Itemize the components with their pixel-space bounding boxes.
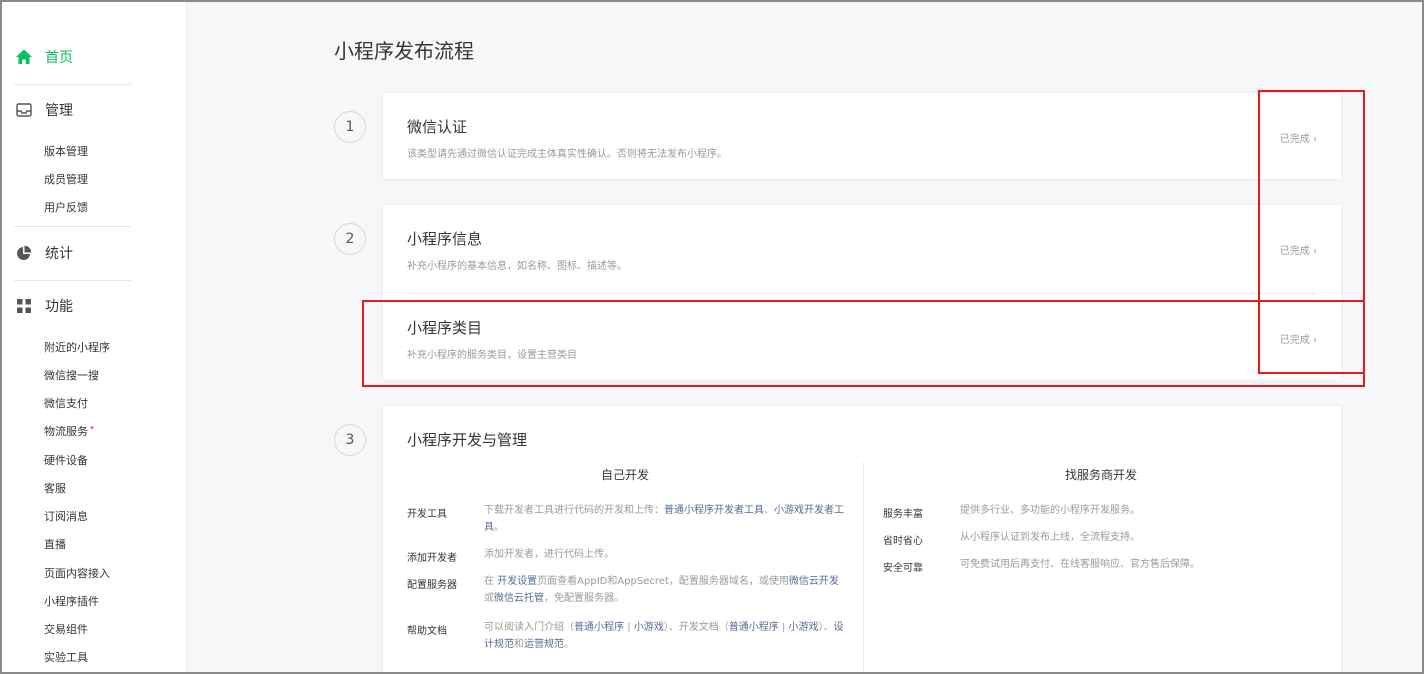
nav-home[interactable]: 首页 <box>14 47 73 67</box>
item-desc: 该类型请先通过微信认证完成主体真实性确认。否则将无法发布小程序。 <box>407 149 727 160</box>
card-divider <box>407 293 1317 294</box>
nav-manage[interactable]: 管理 <box>14 100 73 120</box>
status-link[interactable]: 已完成 › <box>1280 331 1317 346</box>
nav-page-content[interactable]: 页面内容接入 <box>44 565 110 581</box>
text-segment: 可以阅读入门介绍（ <box>484 622 574 633</box>
text-segment: ）、 <box>818 622 834 633</box>
text-segment: 在 <box>484 576 498 587</box>
link-ops-spec[interactable]: 运营规范 <box>524 639 564 650</box>
link-dev-settings[interactable]: 开发设置 <box>497 576 537 587</box>
nav-version-manage[interactable]: 版本管理 <box>44 143 88 159</box>
step-card-3: 小程序开发与管理 自己开发 找服务商开发 开发工具 下载开发者工具进行代码的开发… <box>382 405 1342 672</box>
row-label: 省时省心 <box>883 536 923 547</box>
sidebar: 首页 管理 版本管理 成员管理 用户反馈 统计 功能 附近的小程序 微信搜一搜 … <box>2 2 187 672</box>
nav-nearby-miniprogram[interactable]: 附近的小程序 <box>44 339 110 355</box>
text-segment: 、 <box>764 505 774 516</box>
status-label: 已完成 <box>1279 335 1310 346</box>
step-card-1: 微信认证 该类型请先通过微信认证完成主体真实性确认。否则将无法发布小程序。 已完… <box>382 92 1342 180</box>
item-desc: 补充小程序的基本信息，如名称、图标、描述等。 <box>407 261 627 272</box>
step-number: 2 <box>334 223 366 255</box>
text-segment: 和 <box>514 639 524 650</box>
nav-features[interactable]: 功能 <box>14 296 73 316</box>
row-text: 在 开发设置页面查看AppID和AppSecret，配置服务器域名，或使用微信云… <box>484 573 846 607</box>
row-text: 添加开发者，进行代码上传。 <box>484 549 614 560</box>
link-intro-game[interactable]: 小游戏 <box>634 622 664 633</box>
item-desc: 补充小程序的服务类目，设置主营类目 <box>407 350 577 361</box>
row-label: 安全可靠 <box>883 563 923 574</box>
nav-customer-service[interactable]: 客服 <box>44 480 66 496</box>
nav-home-label: 首页 <box>45 50 73 66</box>
link-docs-game[interactable]: 小游戏 <box>789 622 819 633</box>
link-intro-miniprogram[interactable]: 普通小程序 <box>574 622 624 633</box>
new-dot: • <box>89 423 95 434</box>
status-link[interactable]: 已完成 › <box>1280 242 1317 257</box>
nav-subscribe-message[interactable]: 订阅消息 <box>44 508 88 524</box>
nav-live[interactable]: 直播 <box>44 536 66 552</box>
row-label: 开发工具 <box>407 509 447 520</box>
nav-wechat-pay[interactable]: 微信支付 <box>44 395 88 411</box>
text-segment: ，免配置服务器。 <box>544 593 624 604</box>
link-cloud-hosting[interactable]: 微信云托管 <box>494 593 544 604</box>
nav-experiment-tools[interactable]: 实验工具 <box>44 649 88 665</box>
text-segment: 页面查看AppID和AppSecret，配置服务器域名，或使用 <box>537 576 789 587</box>
text-segment: 或 <box>484 593 494 604</box>
nav-hardware[interactable]: 硬件设备 <box>44 452 88 468</box>
row-text: 可以阅读入门介绍（普通小程序 | 小游戏）、开发文档（普通小程序 | 小游戏）、… <box>484 619 846 653</box>
grid-icon <box>14 296 34 316</box>
item-title: 微信认证 <box>407 118 468 136</box>
row-text: 从小程序认证到发布上线，全流程支持。 <box>960 532 1140 543</box>
step-card-2: 小程序信息 补充小程序的基本信息，如名称、图标、描述等。 已完成 › 小程序类目… <box>382 204 1342 381</box>
chevron-right-icon: › <box>1313 335 1317 346</box>
chevron-right-icon: › <box>1313 134 1317 145</box>
column-title: 找服务商开发 <box>1064 468 1137 482</box>
inbox-icon <box>14 100 34 120</box>
step-number: 1 <box>334 111 366 143</box>
nav-stats[interactable]: 统计 <box>14 243 73 263</box>
text-segment: 。 <box>564 639 574 650</box>
row-text: 可免费试用后再支付、在线客服响应、官方售后保障。 <box>960 559 1200 570</box>
link-docs-miniprogram[interactable]: 普通小程序 <box>729 622 779 633</box>
text-segment: | <box>627 622 631 633</box>
nav-wechat-search[interactable]: 微信搜一搜 <box>44 367 99 383</box>
row-text: 提供多行业、多功能的小程序开发服务。 <box>960 505 1140 516</box>
row-label: 配置服务器 <box>407 580 457 591</box>
nav-logistics-label: 物流服务 <box>44 425 88 438</box>
nav-logistics[interactable]: 物流服务• <box>44 423 95 439</box>
nav-member-manage[interactable]: 成员管理 <box>44 171 88 187</box>
pie-chart-icon <box>14 243 34 263</box>
row-label: 帮助文档 <box>407 626 447 637</box>
nav-trade-component[interactable]: 交易组件 <box>44 621 88 637</box>
step-number: 3 <box>334 424 366 456</box>
column-divider <box>863 462 864 672</box>
link-cloud-dev[interactable]: 微信云开发 <box>789 576 839 587</box>
column-title: 自己开发 <box>600 468 649 482</box>
main-content: 小程序发布流程 1 微信认证 该类型请先通过微信认证完成主体真实性确认。否则将无… <box>188 2 1422 672</box>
nav-plugin[interactable]: 小程序插件 <box>44 593 99 609</box>
nav-divider <box>14 226 131 227</box>
status-link[interactable]: 已完成 › <box>1280 130 1317 145</box>
link-dev-tool[interactable]: 普通小程序开发者工具 <box>664 505 764 516</box>
item-title: 小程序信息 <box>407 230 483 248</box>
nav-divider <box>14 84 131 85</box>
chevron-right-icon: › <box>1313 246 1317 257</box>
text-segment: ）、开发文档（ <box>663 622 729 633</box>
text-segment: | <box>781 622 786 633</box>
nav-divider <box>14 280 131 281</box>
status-label: 已完成 <box>1279 246 1310 257</box>
page-title: 小程序发布流程 <box>334 39 474 63</box>
home-icon <box>14 47 34 67</box>
nav-manage-label: 管理 <box>45 103 73 119</box>
item-title: 小程序类目 <box>407 319 483 337</box>
status-label: 已完成 <box>1279 134 1310 145</box>
nav-user-feedback[interactable]: 用户反馈 <box>44 199 88 215</box>
text-segment: 下载开发者工具进行代码的开发和上传： <box>484 505 664 516</box>
nav-features-label: 功能 <box>45 299 73 315</box>
nav-stats-label: 统计 <box>45 246 73 262</box>
row-label: 服务丰富 <box>883 509 923 520</box>
item-title: 小程序开发与管理 <box>407 431 528 449</box>
row-label: 添加开发者 <box>407 553 457 564</box>
row-text: 下载开发者工具进行代码的开发和上传：普通小程序开发者工具、小游戏开发者工具。 <box>484 502 846 536</box>
text-segment: 。 <box>494 522 504 533</box>
